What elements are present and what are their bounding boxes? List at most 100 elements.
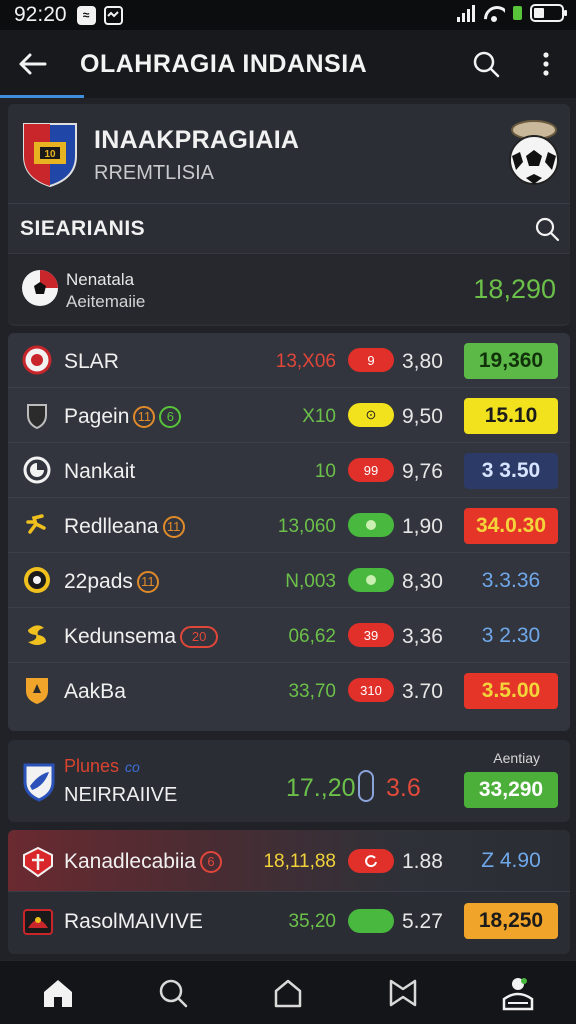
wifi-icon xyxy=(483,4,505,22)
bookmark-icon xyxy=(389,979,417,1006)
match-row[interactable]: RasolMAIVIVE 35,20 5.27 18,250 xyxy=(8,892,570,954)
bottom-navigation xyxy=(0,960,576,1024)
nav-search[interactable] xyxy=(143,963,203,1023)
odds-pill[interactable]: 310 xyxy=(348,678,394,702)
odds-pill[interactable] xyxy=(348,568,394,592)
team-crest-icon xyxy=(23,846,53,878)
featured-value: 18,290 xyxy=(473,274,556,304)
more-vertical-icon xyxy=(543,52,549,76)
league-crest-icon: 10 xyxy=(23,123,77,188)
value-button[interactable]: 3.5.00 xyxy=(464,673,558,709)
toggle-pill[interactable] xyxy=(358,770,374,802)
match-row[interactable]: SLAR 13,X06 9 3,80 19,360 xyxy=(8,333,570,388)
league-name: INAAKPRAGIAIA xyxy=(94,126,300,154)
team-badge: 11 xyxy=(133,406,156,428)
odds-pill[interactable] xyxy=(348,909,394,933)
arrow-left-icon xyxy=(19,53,47,75)
odds-value: N,003 xyxy=(285,571,336,592)
value-button[interactable]: 3.3.36 xyxy=(464,563,558,599)
match-row[interactable]: AakBa 33,70 310 3.70 3.5.00 xyxy=(8,663,570,718)
team-name-text: Pagein xyxy=(64,405,130,428)
special-subtitle: NEIRRAIIVE xyxy=(64,784,178,806)
team-name: Kanadlecabiia 6 xyxy=(64,850,222,874)
odds-value: 13,X06 xyxy=(275,351,336,372)
team-name: AakBa xyxy=(64,680,126,703)
match-row[interactable]: Kedunsema 20 06,62 39 3,36 3 2.30 xyxy=(8,608,570,663)
page-title: OLAHRAGIA INDANSIA xyxy=(80,49,368,78)
team-shield-icon xyxy=(26,678,48,704)
standings-label: SIEARIANIS xyxy=(20,216,146,240)
odds-pill[interactable]: 39 xyxy=(348,623,394,647)
mid-value: 5.27 xyxy=(402,910,443,933)
featured-item[interactable]: Nenatala Aeitemaiie 18,290 xyxy=(8,254,570,324)
team-badge: 11 xyxy=(162,516,185,538)
match-row[interactable]: Nankait 10 99 9,76 3 3.50 xyxy=(8,443,570,498)
team-shield-icon xyxy=(23,763,55,802)
profile-icon xyxy=(503,977,534,1010)
match-row[interactable]: Redlleana 11 13,060 1,90 34.0.30 xyxy=(8,498,570,553)
odds-value: 10 xyxy=(314,461,336,482)
bottom-list: Kanadlecabiia 6 18,11,88 1.88 Z 4.90 Raso… xyxy=(8,830,570,954)
app-notification-icon xyxy=(103,5,123,25)
mid-value: 1.88 xyxy=(402,850,443,873)
search-icon xyxy=(159,979,188,1007)
nav-profile[interactable] xyxy=(488,963,548,1023)
odds-value: 17.,20 xyxy=(286,774,356,802)
special-tag: co xyxy=(125,759,140,775)
team-name-text: Kedunsema xyxy=(64,625,177,648)
odds-pill[interactable]: ⊙ xyxy=(348,403,394,427)
more-options-button[interactable] xyxy=(532,46,560,82)
special-label: Aentiay xyxy=(493,750,540,766)
value-button[interactable]: 19,360 xyxy=(464,343,558,379)
standings-header[interactable]: SIEARIANIS xyxy=(8,204,570,254)
league-card: 10 INAAKPRAGIAIA RREMTLISIA SIEARIANIS N… xyxy=(8,104,570,326)
special-match[interactable]: Plunes co NEIRRAIIVE 17.,20 3.6 Aentiay 3… xyxy=(8,740,570,822)
odds-value: 13,060 xyxy=(277,516,336,537)
match-row[interactable]: Kanadlecabiia 6 18,11,88 1.88 Z 4.90 xyxy=(8,830,570,892)
nav-house[interactable] xyxy=(258,963,318,1023)
odds-value: 06,62 xyxy=(288,626,336,647)
team-swirl-icon xyxy=(28,625,46,645)
mid-value: 1,90 xyxy=(402,515,443,538)
refresh-icon xyxy=(365,855,377,868)
team-name-text: 22pads xyxy=(64,570,133,593)
indicator-dot-icon xyxy=(366,575,376,585)
mid-value: 3.70 xyxy=(402,680,443,703)
team-name: SLAR xyxy=(64,350,119,373)
team-name: RasolMAIVIVE xyxy=(64,910,203,933)
matches-list: SLAR 13,X06 9 3,80 19,360 Pagein 11 6 X10 … xyxy=(8,333,570,731)
special-title-text: Plunes xyxy=(64,756,120,776)
nav-home[interactable] xyxy=(28,963,88,1023)
value-button[interactable]: 34.0.30 xyxy=(464,508,558,544)
battery-icon xyxy=(530,4,567,22)
team-shield-icon xyxy=(27,404,47,430)
mid-value: 9,76 xyxy=(402,460,443,483)
match-row[interactable]: 22pads 11 N,003 8,30 3.3.36 xyxy=(8,553,570,608)
team-logo-icon xyxy=(23,456,51,484)
value-button[interactable]: Z 4.90 xyxy=(464,843,558,879)
home-icon xyxy=(43,979,72,1007)
odds-pill[interactable] xyxy=(348,849,394,873)
team-crest-icon xyxy=(23,909,53,935)
value-button[interactable]: 33,290 xyxy=(464,772,558,808)
nav-bookmark[interactable] xyxy=(373,963,433,1023)
odds-pill[interactable]: 99 xyxy=(348,458,394,482)
value-button[interactable]: 18,250 xyxy=(464,903,558,939)
odds-pill[interactable] xyxy=(348,513,394,537)
tab-indicator xyxy=(0,95,84,98)
back-button[interactable] xyxy=(0,30,64,98)
team-name: Nankait xyxy=(64,460,136,483)
match-row[interactable]: Pagein 11 6 X10 ⊙ 9,50 15.10 xyxy=(8,388,570,443)
svg-text:10: 10 xyxy=(44,149,56,160)
search-button[interactable] xyxy=(468,46,504,82)
search-icon xyxy=(473,51,500,78)
mid-value: 3,80 xyxy=(402,350,443,373)
team-name-text: Kanadlecabiia xyxy=(64,850,196,873)
search-icon[interactable] xyxy=(534,216,560,242)
value-button[interactable]: 15.10 xyxy=(464,398,558,434)
odds-pill[interactable]: 9 xyxy=(348,348,394,372)
value-button[interactable]: 3 3.50 xyxy=(464,453,558,489)
value-button[interactable]: 3 2.30 xyxy=(464,618,558,654)
team-name: Kedunsema 20 xyxy=(64,625,219,649)
league-header[interactable]: 10 INAAKPRAGIAIA RREMTLISIA xyxy=(8,104,570,204)
